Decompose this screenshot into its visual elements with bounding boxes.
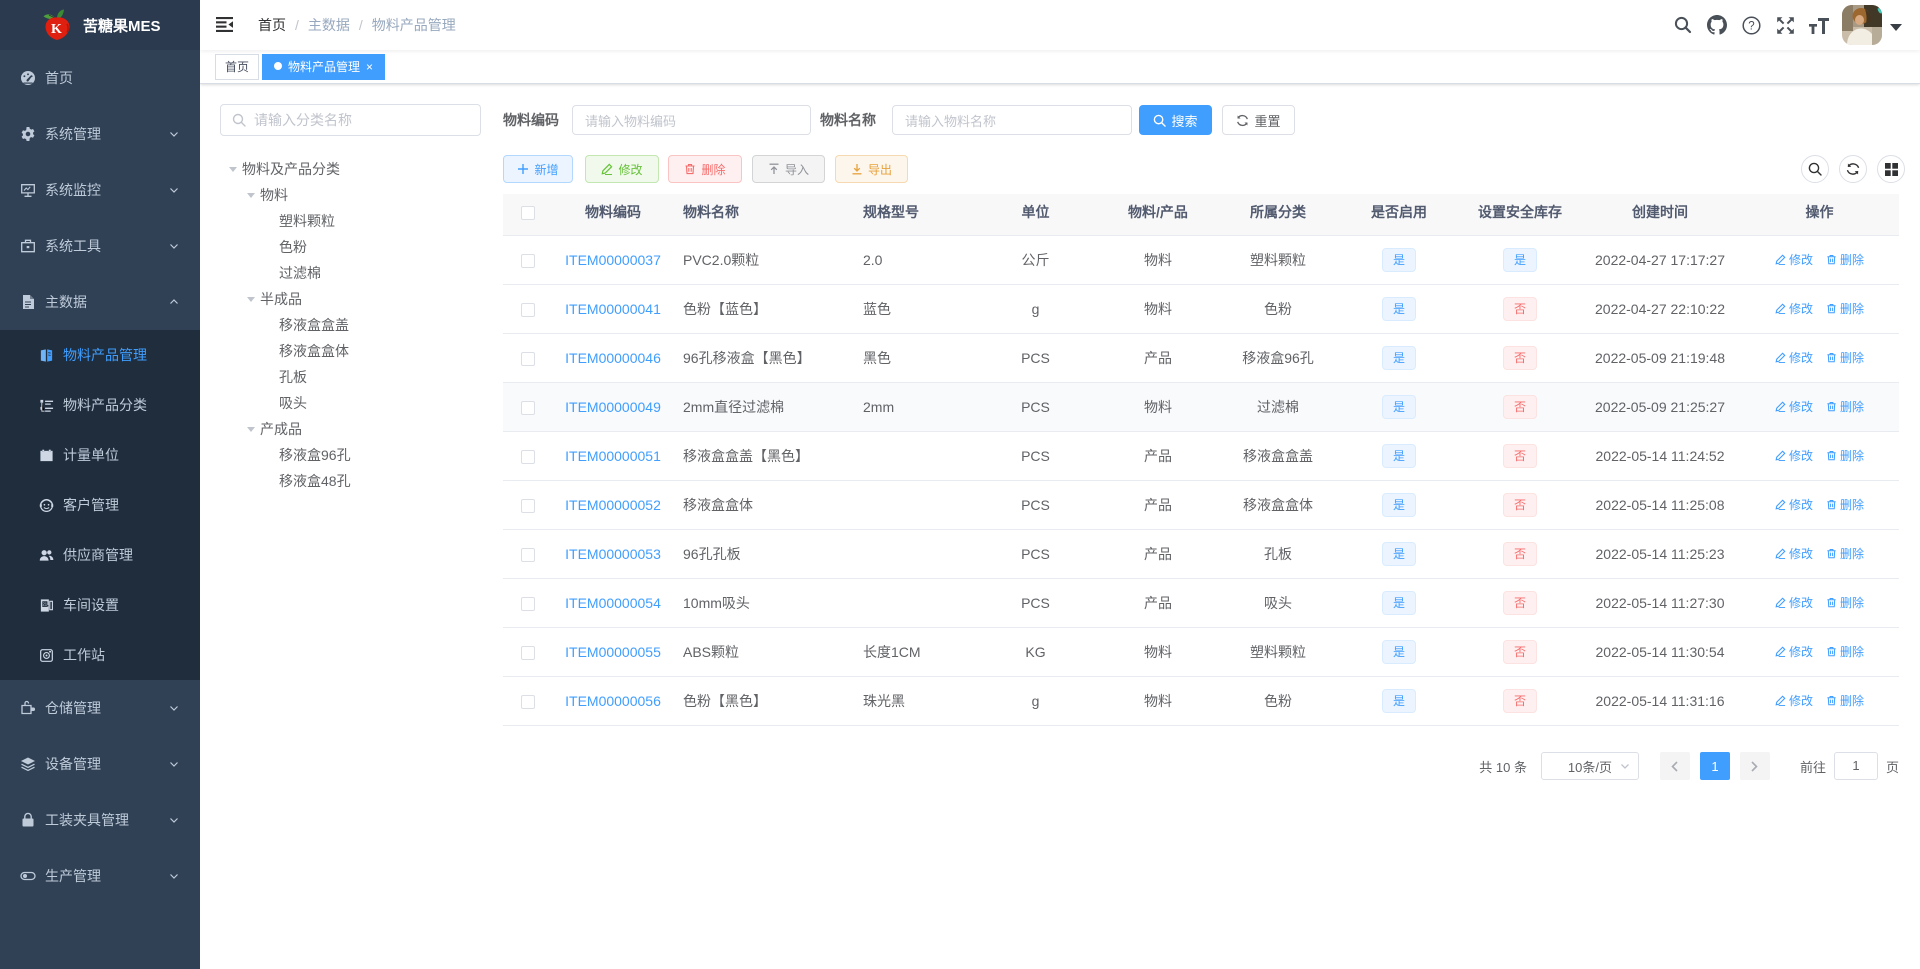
svg-text:K: K bbox=[51, 22, 62, 37]
svg-text:?: ? bbox=[1748, 20, 1754, 32]
